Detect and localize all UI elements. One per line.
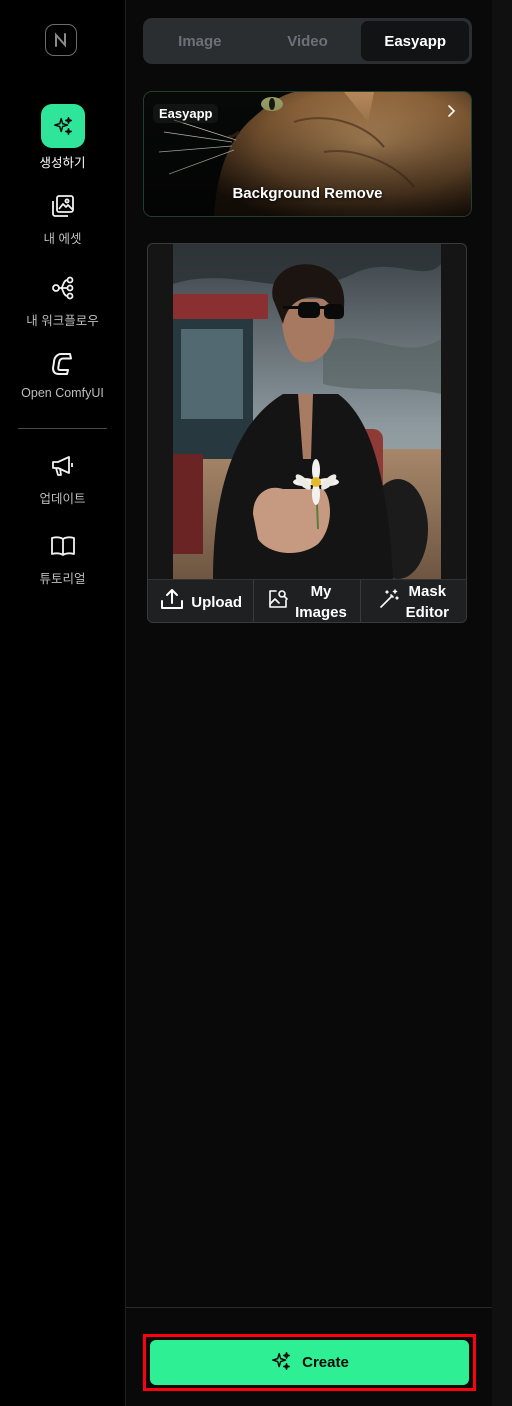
mask-editor-button[interactable]: Mask Editor: [361, 580, 466, 622]
sparkle-icon: [270, 1350, 292, 1376]
create-button-label: Create: [302, 1354, 349, 1371]
my-images-label: My Images: [295, 583, 347, 621]
tab-video[interactable]: Video: [254, 21, 362, 61]
upload-label: Upload: [191, 593, 243, 611]
image-actions-bar: Upload My Images Mask Editor: [148, 579, 466, 622]
book-icon: [41, 528, 85, 564]
sidebar: 생성하기 내 에셋 내 워크플로우 Open ComfyUI 업데이트 튜토리얼: [0, 0, 126, 1406]
easyapp-banner-card[interactable]: Easyapp Background Remove: [143, 91, 472, 217]
megaphone-icon: [41, 448, 85, 484]
upload-button[interactable]: Upload: [148, 580, 255, 622]
mask-editor-label: Mask Editor: [405, 583, 449, 621]
comfyui-icon: [41, 346, 85, 382]
sidebar-item-open-comfyui[interactable]: Open ComfyUI: [0, 346, 125, 400]
sidebar-item-label: 튜토리얼: [39, 572, 86, 586]
tab-easyapp[interactable]: Easyapp: [361, 21, 470, 61]
upload-icon: [159, 587, 185, 617]
create-button[interactable]: Create: [150, 1340, 469, 1385]
workflow-icon: [41, 270, 85, 306]
sidebar-item-label: 내 에셋: [43, 232, 82, 246]
sidebar-item-label: Open ComfyUI: [21, 386, 104, 400]
uploaded-photo[interactable]: [173, 244, 441, 579]
sidebar-item-tutorial[interactable]: 튜토리얼: [0, 528, 125, 587]
sidebar-item-create[interactable]: 생성하기: [0, 104, 125, 171]
magic-wand-icon: [378, 588, 400, 616]
image-search-icon: [267, 588, 289, 616]
footer-divider: [126, 1307, 492, 1308]
banner-badge: Easyapp: [153, 104, 219, 123]
brand-logo-icon[interactable]: [45, 24, 77, 56]
chevron-right-icon[interactable]: [447, 104, 457, 123]
image-stack-icon: [41, 188, 85, 224]
sidebar-item-my-assets[interactable]: 내 에셋: [0, 188, 125, 247]
mode-tabs: Image Video Easyapp: [143, 18, 472, 64]
sidebar-item-label: 내 워크플로우: [26, 314, 99, 328]
input-image-card: Upload My Images Mask Editor: [147, 243, 467, 623]
sidebar-item-updates[interactable]: 업데이트: [0, 448, 125, 507]
sidebar-item-label: 업데이트: [39, 492, 86, 506]
banner-title: Background Remove: [232, 185, 383, 202]
tab-image[interactable]: Image: [146, 21, 254, 61]
sparkle-icon: [40, 104, 85, 148]
scrollbar-track[interactable]: [492, 0, 512, 1406]
sidebar-divider: [18, 428, 107, 429]
my-images-button[interactable]: My Images: [254, 580, 361, 622]
sidebar-item-label: 생성하기: [39, 156, 86, 170]
sidebar-item-my-workflow[interactable]: 내 워크플로우: [0, 270, 125, 329]
main-panel: Image Video Easyapp Easyapp Background R…: [126, 0, 492, 1406]
